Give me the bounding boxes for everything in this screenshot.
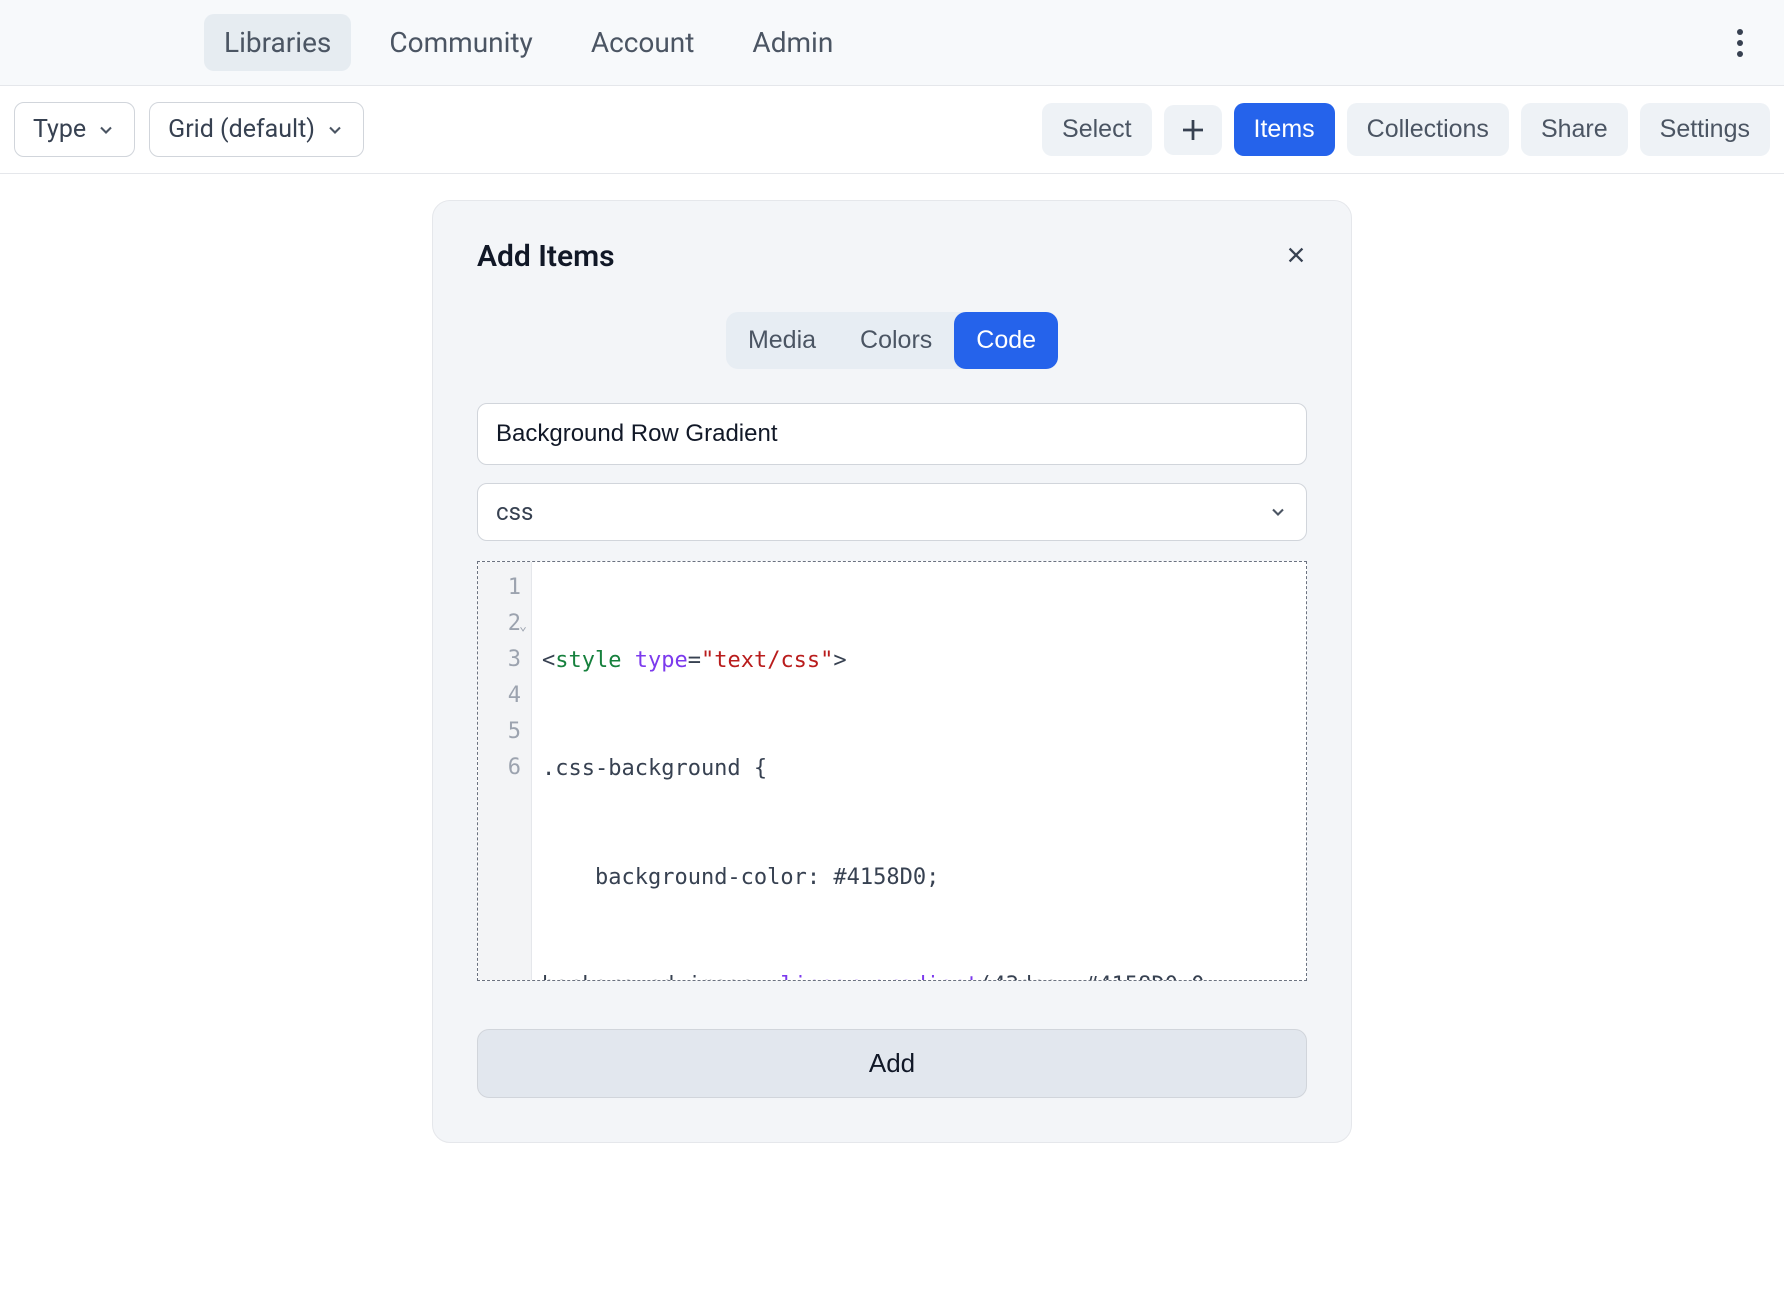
more-menu-icon[interactable] <box>1716 19 1764 67</box>
line-number: 2⌄ <box>478 606 525 642</box>
nav-account[interactable]: Account <box>571 14 715 71</box>
plus-icon <box>1178 115 1208 145</box>
editor-content[interactable]: <style type="text/css"> .css-background … <box>532 562 1306 980</box>
top-nav-bar: Libraries Community Account Admin <box>0 0 1784 86</box>
language-select[interactable]: css <box>477 483 1307 541</box>
language-select-value: css <box>496 498 533 526</box>
share-button[interactable]: Share <box>1521 103 1628 156</box>
add-items-modal: Add Items Media Colors Code css 1 2⌄ 3 4… <box>432 200 1352 1143</box>
nav-community[interactable]: Community <box>369 14 552 71</box>
nav-admin[interactable]: Admin <box>732 14 853 71</box>
item-name-input[interactable] <box>477 403 1307 465</box>
item-type-segmented-control: Media Colors Code <box>477 312 1307 369</box>
segment-code[interactable]: Code <box>954 312 1058 369</box>
chevron-down-icon <box>1268 502 1288 522</box>
add-item-button[interactable] <box>1164 105 1222 155</box>
collections-tab-button[interactable]: Collections <box>1347 103 1509 156</box>
top-nav: Libraries Community Account Admin <box>204 14 853 71</box>
segment-colors[interactable]: Colors <box>838 312 954 369</box>
line-number: 6 <box>478 750 525 786</box>
line-number: 5 <box>478 714 525 750</box>
select-mode-button[interactable]: Select <box>1042 103 1151 156</box>
settings-button[interactable]: Settings <box>1640 103 1770 156</box>
chevron-down-icon <box>325 120 345 140</box>
items-tab-button[interactable]: Items <box>1234 103 1335 156</box>
line-number: 4 <box>478 678 525 714</box>
layout-select-label: Grid (default) <box>168 115 315 144</box>
segment-media[interactable]: Media <box>726 312 838 369</box>
type-filter-label: Type <box>33 115 86 144</box>
editor-gutter: 1 2⌄ 3 4 5 6 <box>478 562 532 980</box>
line-number: 3 <box>478 642 525 678</box>
layout-select[interactable]: Grid (default) <box>149 102 364 157</box>
library-toolbar: Type Grid (default) Select Items Collect… <box>0 86 1784 174</box>
chevron-down-icon <box>96 120 116 140</box>
fold-icon[interactable]: ⌄ <box>519 616 527 637</box>
close-icon <box>1285 244 1307 266</box>
modal-title: Add Items <box>477 239 615 274</box>
code-editor[interactable]: 1 2⌄ 3 4 5 6 <style type="text/css"> .cs… <box>477 561 1307 981</box>
nav-libraries[interactable]: Libraries <box>204 14 351 71</box>
close-modal-button[interactable] <box>1285 244 1307 270</box>
type-filter-select[interactable]: Type <box>14 102 135 157</box>
add-submit-button[interactable]: Add <box>477 1029 1307 1098</box>
line-number: 1 <box>478 570 525 606</box>
